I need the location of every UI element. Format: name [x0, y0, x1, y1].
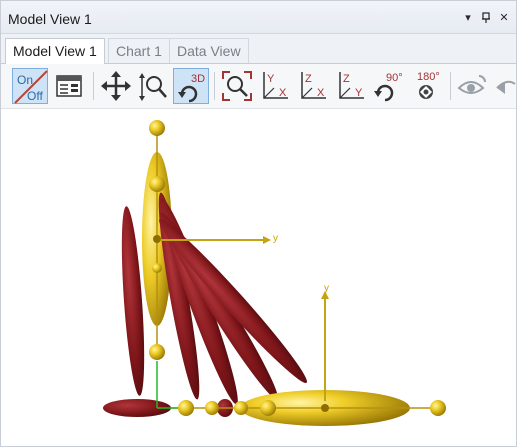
node-bottom-4[interactable]	[260, 400, 276, 416]
properties-button[interactable]	[51, 68, 87, 104]
hide-button[interactable]	[493, 68, 517, 104]
pan-button[interactable]	[98, 68, 134, 104]
node-bottom-3[interactable]	[234, 401, 248, 415]
node-upper[interactable]	[149, 176, 165, 192]
title-controls: ▾ ✕	[462, 12, 510, 24]
node-right[interactable]	[430, 400, 446, 416]
tab-chart-1[interactable]: Chart 1	[108, 38, 170, 63]
title-bar: Model View 1 ▾ ✕	[1, 1, 516, 34]
node-bottom-1[interactable]	[178, 400, 194, 416]
axis-zy-bottom-label: Y	[355, 87, 363, 99]
on-off-toggle-button[interactable]: On Off	[12, 68, 48, 104]
axis-zy-top-label: Z	[343, 73, 350, 85]
axis-zx-icon: Z X	[301, 72, 326, 99]
axis-zy-icon: Z Y	[339, 72, 364, 99]
model-3d-scene[interactable]: y y	[1, 109, 516, 446]
properties-icon	[56, 75, 82, 97]
view-yx-button[interactable]: Y X	[258, 68, 294, 104]
rotate-3d-icon: 3D	[178, 73, 205, 103]
tab-bar: Model View 1 Chart 1 Data View	[1, 34, 516, 64]
axis-yx-icon: Y X	[263, 72, 288, 99]
eye-icon	[457, 75, 486, 94]
close-icon[interactable]: ✕	[498, 12, 510, 24]
zoom-extents-button[interactable]	[219, 68, 255, 104]
node-center-lower[interactable]	[321, 404, 329, 412]
pin-icon[interactable]	[480, 12, 492, 24]
axis-yx-bottom-label: X	[279, 87, 287, 99]
rotate-90-icon: 90°	[374, 72, 403, 102]
rotate-180-label: 180°	[417, 71, 440, 83]
axis-yx-top-label: Y	[267, 73, 275, 85]
node-center-upper[interactable]	[153, 235, 161, 243]
window-title: Model View 1	[8, 11, 92, 27]
eye-back-icon	[496, 80, 516, 94]
show-hidden-button[interactable]	[455, 68, 491, 104]
rotate-3d-label: 3D	[191, 73, 205, 85]
zoom-button[interactable]	[135, 68, 171, 104]
upper-axis-label: y	[273, 233, 278, 244]
rotate-90-label: 90°	[386, 72, 403, 84]
view-zy-button[interactable]: Z Y	[334, 68, 370, 104]
view-zx-button[interactable]: Z X	[296, 68, 332, 104]
rotate-90-button[interactable]: 90°	[372, 68, 408, 104]
toolbar: On Off 3D Y X Z X Z Y 90° 180°	[1, 64, 516, 109]
axis-zx-top-label: Z	[305, 73, 312, 85]
toggle-on-label: On	[17, 73, 33, 87]
rotate-180-icon: 180°	[417, 71, 440, 99]
move-arrows-icon	[101, 71, 131, 101]
tab-data-view[interactable]: Data View	[169, 38, 249, 63]
zoom-extents-icon	[222, 71, 252, 101]
dropdown-icon[interactable]: ▾	[462, 12, 474, 24]
tab-model-view-1[interactable]: Model View 1	[5, 38, 105, 64]
toggle-off-label: Off	[27, 89, 43, 103]
zoom-icon	[139, 73, 167, 101]
lower-axis-label: y	[324, 283, 329, 294]
model-view-window: Model View 1 ▾ ✕ Model View 1 Chart 1 Da…	[0, 0, 517, 447]
node-lower[interactable]	[149, 344, 165, 360]
node-top[interactable]	[149, 120, 165, 136]
axis-zx-bottom-label: X	[317, 87, 325, 99]
model-viewport[interactable]: y y	[1, 109, 516, 446]
rotate-180-button[interactable]: 180°	[410, 68, 446, 104]
node-bottom-2[interactable]	[205, 401, 219, 415]
on-off-icon: On Off	[14, 70, 48, 104]
node-mid[interactable]	[152, 263, 162, 273]
upper-axis-arrowhead	[263, 236, 271, 244]
rotate-3d-button[interactable]: 3D	[173, 68, 209, 104]
